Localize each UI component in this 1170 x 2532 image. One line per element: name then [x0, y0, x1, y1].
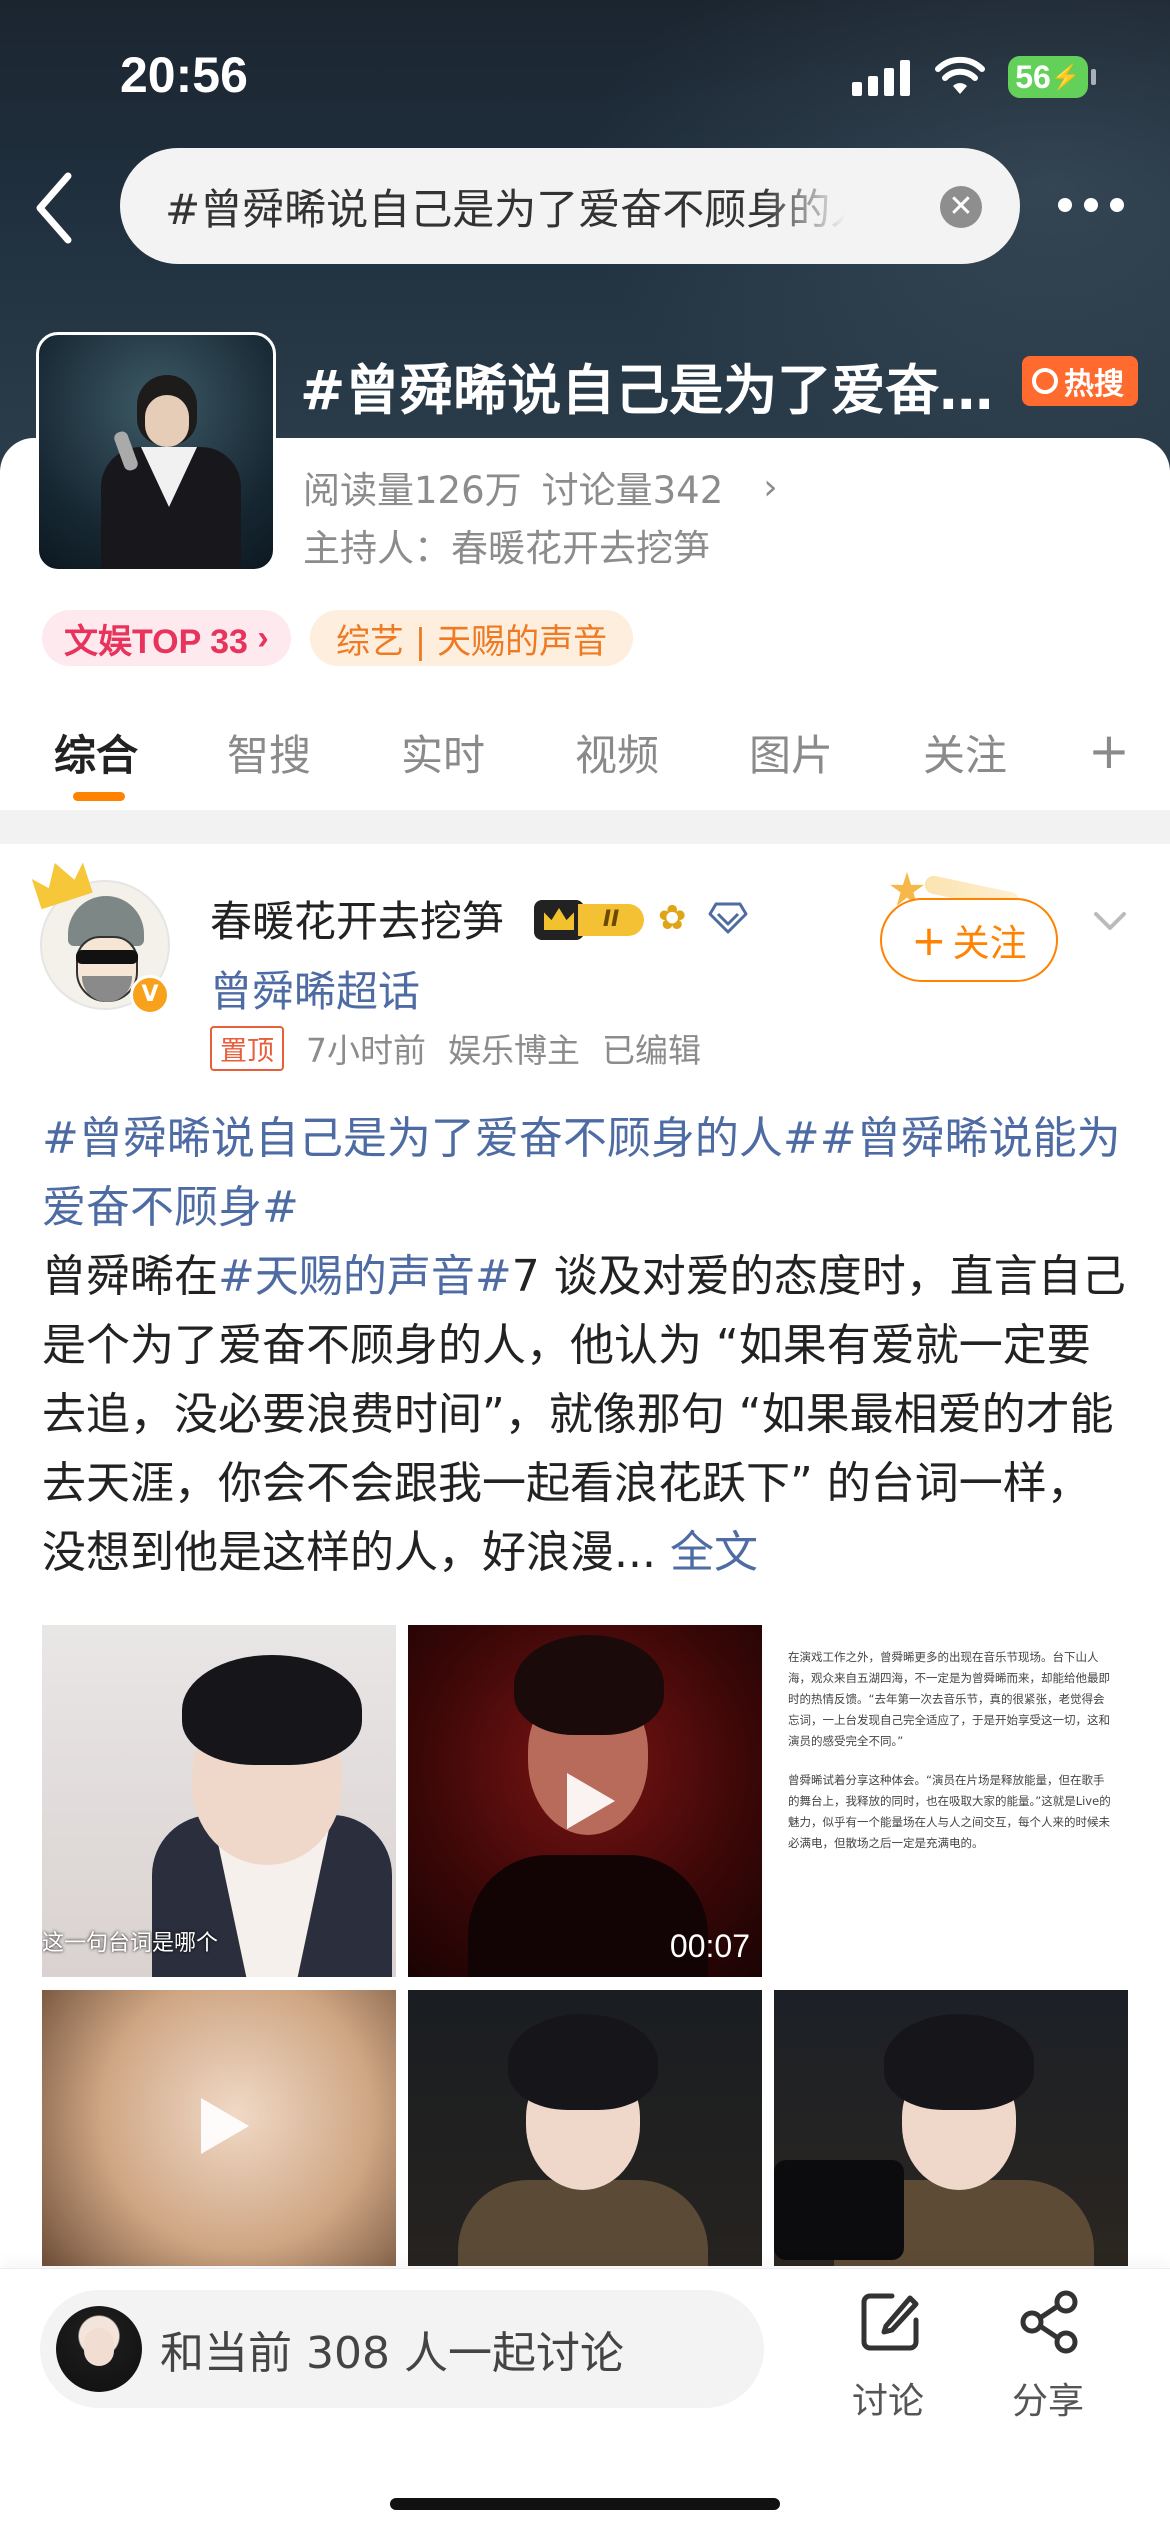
post-image[interactable]	[774, 1990, 1128, 2266]
battery-level: 56	[1015, 58, 1051, 95]
add-tab-icon[interactable]: +	[1088, 722, 1130, 780]
back-arrow-icon[interactable]	[30, 168, 80, 248]
supertopic-link[interactable]: 曾舜晞超话	[210, 958, 420, 1019]
membership-level-badge[interactable]: II	[534, 900, 646, 940]
plus-icon: +	[911, 915, 947, 965]
tab-images[interactable]: 图片	[749, 722, 833, 783]
discussion-count: 讨论量342	[541, 469, 724, 512]
author-role: 娱乐博主	[448, 1031, 580, 1070]
post-video[interactable]: 00:07	[408, 1625, 762, 1977]
topic-tabs: 综合 智搜 实时 视频 图片 关注 +	[0, 710, 1170, 810]
compose-icon	[861, 2293, 919, 2351]
share-icon	[1020, 2290, 1078, 2354]
post-image[interactable]	[408, 1990, 762, 2266]
category-tag[interactable]: 综艺 | 天赐的声音	[310, 610, 634, 666]
tab-smart-search[interactable]: 智搜	[227, 722, 311, 783]
status-time: 20:56	[120, 47, 248, 103]
tab-video[interactable]: 视频	[575, 722, 659, 783]
level-number: II	[578, 904, 644, 936]
post-video[interactable]	[42, 1990, 396, 2266]
status-bar: 20:56 56 ⚡	[0, 0, 1170, 150]
article-paragraph: 在演戏工作之外，曾舜晞更多的出现在音乐节现场。台下山人海，观众来自五湖四海，不一…	[788, 1650, 1110, 1748]
clear-search-icon[interactable]: ✕	[940, 186, 982, 228]
read-more-link[interactable]: 全文	[670, 1527, 758, 1578]
discuss-prompt: 和当前 308 人一起讨论	[160, 2328, 624, 2379]
post-time: 7小时前	[306, 1031, 426, 1070]
wifi-icon	[935, 56, 985, 94]
topic-title: #曾舜晞说自己是为了爱奋不顾身的人#	[300, 359, 1020, 422]
discuss-label: 讨论	[851, 2381, 924, 2422]
tab-following[interactable]: 关注	[923, 722, 1007, 783]
chevron-right-icon: ›	[763, 466, 778, 508]
follow-button[interactable]: + 关注	[880, 898, 1058, 982]
post-meta: 置顶 7小时前 娱乐博主 已编辑	[210, 1024, 701, 1072]
tab-comprehensive[interactable]: 综合	[54, 722, 138, 783]
user-avatar	[56, 2306, 142, 2392]
topic-stats[interactable]: 阅读量126万 讨论量342 ›	[303, 460, 778, 514]
crown-level-icon	[534, 900, 584, 940]
read-count: 阅读量126万	[303, 469, 522, 512]
follow-label: 关注	[952, 922, 1027, 965]
video-duration: 00:07	[669, 1928, 750, 1964]
battery-indicator: 56 ⚡	[1008, 56, 1096, 98]
topic-host[interactable]: 主持人：春暖花开去挖笋	[303, 518, 710, 572]
hashtag-link[interactable]: #曾舜晞说自己是为了爱奋不顾身的人#	[42, 1113, 820, 1164]
post-article-image[interactable]: 在演戏工作之外，曾舜晞更多的出现在音乐节现场。台下山人海，观众来自五湖四海，不一…	[774, 1625, 1128, 1977]
discuss-input[interactable]: 和当前 308 人一起讨论	[40, 2290, 764, 2408]
post-text: #曾舜晞说自己是为了爱奋不顾身的人##曾舜晞说能为爱奋不顾身# 曾舜晞在#天赐的…	[42, 1104, 1132, 1587]
play-icon	[177, 2084, 261, 2168]
discuss-button[interactable]: 讨论	[833, 2290, 943, 2422]
article-paragraph: 曾舜晞试着分享这种体会。“演员在片场是释放能量，但在歌手的舞台上，我释放的同时，…	[788, 1773, 1111, 1850]
search-input[interactable]: #曾舜晞说自己是为了爱奋不顾身的人# ✕	[120, 148, 1020, 264]
image-subtitle: 这一句台词是哪个	[42, 1931, 219, 1956]
share-label: 分享	[1011, 2381, 1084, 2422]
tab-realtime[interactable]: 实时	[401, 722, 485, 783]
home-indicator[interactable]	[390, 2498, 780, 2510]
post-text-intro: 曾舜晞在	[42, 1251, 218, 1302]
chevron-down-icon[interactable]	[1090, 902, 1130, 942]
verified-badge-icon: V	[130, 975, 170, 1015]
topic-cover-image[interactable]	[36, 332, 276, 572]
share-button[interactable]: 分享	[993, 2290, 1103, 2422]
active-tab-indicator	[73, 792, 125, 801]
pinned-badge: 置顶	[210, 1025, 284, 1071]
hot-search-icon	[1032, 368, 1058, 394]
diamond-icon	[708, 902, 748, 934]
edited-label: 已编辑	[602, 1031, 701, 1070]
section-divider	[0, 810, 1170, 844]
rank-tag-label: 文娱TOP 33	[64, 622, 248, 661]
search-query-text: #曾舜晞说自己是为了爱奋不顾身的人#	[165, 184, 845, 234]
sunflower-icon: ✿	[658, 898, 687, 938]
more-options-icon[interactable]	[1058, 185, 1138, 225]
post-image[interactable]: 这一句台词是哪个	[42, 1625, 396, 1977]
hot-search-label: 热搜	[1064, 367, 1124, 402]
cellular-signal-icon	[852, 60, 910, 96]
play-icon	[543, 1759, 627, 1843]
rank-tag[interactable]: 文娱TOP 33 ›	[42, 610, 291, 666]
hashtag-link[interactable]: #天赐的声音#	[218, 1251, 512, 1302]
author-name[interactable]: 春暖花开去挖笋	[210, 888, 504, 949]
hot-search-badge[interactable]: 热搜	[1022, 356, 1138, 406]
